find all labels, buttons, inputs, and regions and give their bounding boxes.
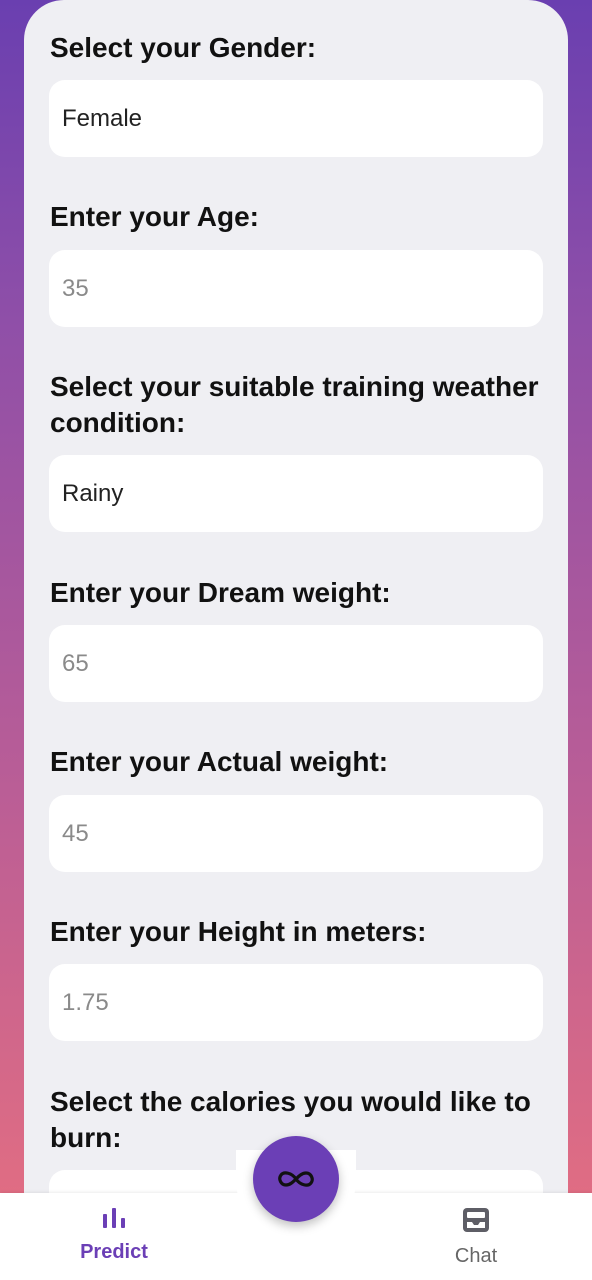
weather-label: Select your suitable training weather co…	[50, 371, 539, 438]
center-fab-button[interactable]	[253, 1136, 339, 1222]
bar-chart-icon	[103, 1208, 125, 1228]
infinity-icon	[278, 1171, 314, 1187]
gender-select[interactable]: Female	[49, 80, 543, 157]
nav-chat[interactable]: Chat	[406, 1206, 546, 1268]
height-label: Enter your Height in meters:	[50, 916, 427, 947]
actual-weight-label: Enter your Actual weight:	[50, 746, 389, 777]
dream-weight-label: Enter your Dream weight:	[50, 577, 391, 608]
nav-chat-label: Chat	[454, 1245, 498, 1267]
gender-label: Select your Gender:	[50, 32, 317, 63]
age-input[interactable]: 35	[49, 250, 543, 327]
height-input[interactable]: 1.75	[49, 964, 543, 1041]
nav-predict-label: Predict	[80, 1241, 148, 1263]
inbox-icon	[463, 1208, 489, 1232]
nav-predict[interactable]: Predict	[44, 1206, 184, 1264]
weather-select[interactable]: Rainy	[49, 455, 543, 532]
age-label: Enter your Age:	[50, 201, 259, 232]
actual-weight-input[interactable]: 45	[49, 795, 543, 872]
dream-weight-input[interactable]: 65	[49, 625, 543, 702]
form-card: Select your Gender: Female Enter your Ag…	[24, 0, 568, 1220]
